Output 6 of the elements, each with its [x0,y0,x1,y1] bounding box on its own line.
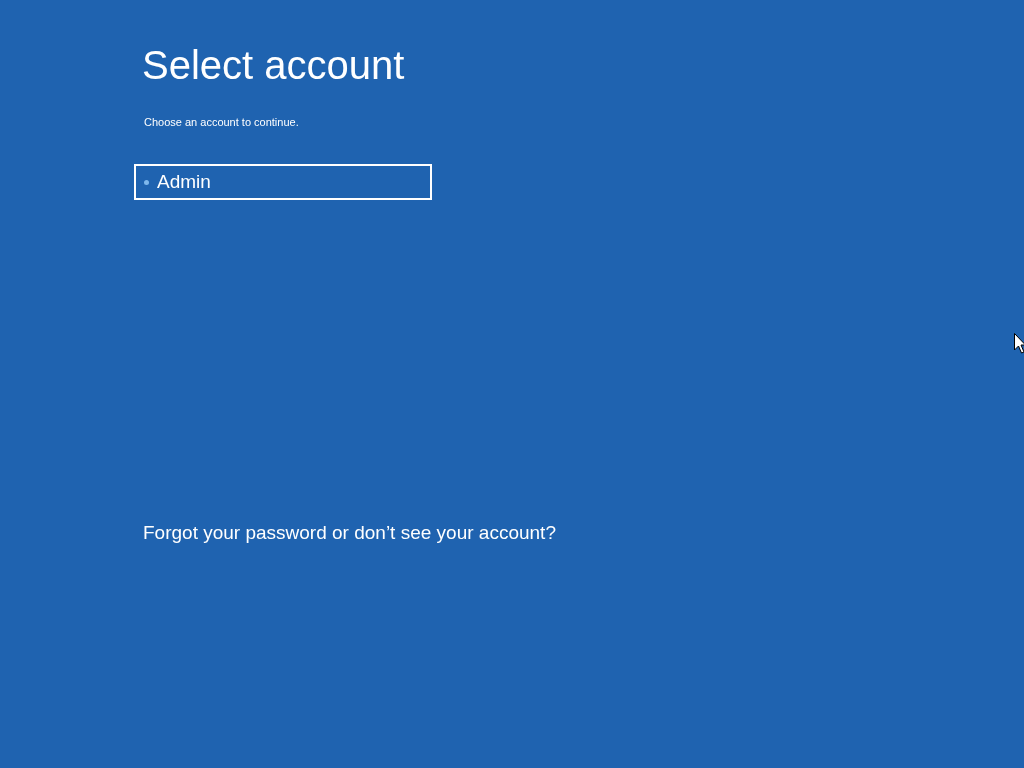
account-item[interactable]: Admin [134,164,432,200]
page-title: Select account [142,42,405,89]
bullet-icon [144,179,149,185]
help-link[interactable]: Forgot your password or don’t see your account? [143,522,556,544]
instruction-text: Choose an account to continue. [144,116,299,128]
mouse-pointer-icon [1014,333,1024,355]
